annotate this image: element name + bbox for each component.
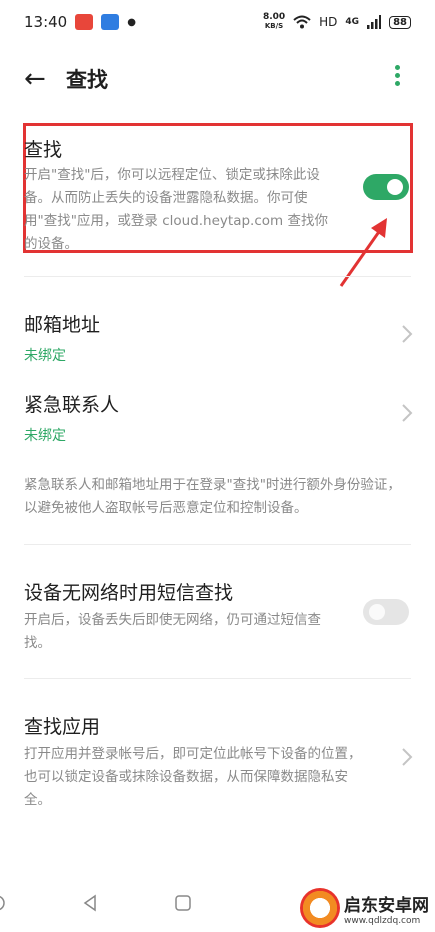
app-header: ← 查找 xyxy=(0,54,435,104)
divider xyxy=(24,544,411,545)
email-title: 邮箱地址 xyxy=(24,314,101,336)
find-toggle[interactable] xyxy=(363,174,409,200)
translate-app-icon xyxy=(101,14,120,30)
find-section: 查找 开启"查找"后，你可以远程定位、锁定或抹除此设备。从而防止丢失的设备泄露隐… xyxy=(24,135,329,256)
wifi-icon xyxy=(293,15,311,29)
toggle-knob xyxy=(369,604,385,620)
speed-unit: KB/S xyxy=(264,22,284,30)
back-arrow-icon[interactable]: ← xyxy=(24,66,58,92)
sms-description: 开启后，设备丢失后即使无网络，仍可通过短信查找。 xyxy=(24,612,321,651)
assistant-icon[interactable] xyxy=(0,894,6,912)
find-app-row[interactable]: 查找应用 打开应用并登录帐号后，即可定位此帐号下设备的位置，也可以锁定设备或抹除… xyxy=(24,712,374,812)
back-nav-icon[interactable] xyxy=(81,894,99,912)
email-row[interactable]: 邮箱地址 未绑定 xyxy=(24,310,411,365)
emergency-contact-row[interactable]: 紧急联系人 未绑定 xyxy=(24,390,411,445)
chevron-right-icon xyxy=(402,748,413,766)
watermark: 启东安卓网 www.qdlzdq.com xyxy=(300,888,429,928)
watermark-logo-icon xyxy=(300,888,340,928)
contact-note-section: 紧急联系人和邮箱地址用于在登录"查找"时进行额外身份验证，以避免被他人盗取帐号后… xyxy=(24,470,411,520)
contact-title: 紧急联系人 xyxy=(24,394,120,416)
news-app-icon xyxy=(75,14,94,30)
watermark-url: www.qdlzdq.com xyxy=(344,915,421,926)
email-status: 未绑定 xyxy=(24,348,66,364)
contact-status: 未绑定 xyxy=(24,428,66,444)
chevron-right-icon xyxy=(402,325,413,343)
hd-badge: HD xyxy=(319,15,338,29)
sms-section: 设备无网络时用短信查找 开启后，设备丢失后即使无网络，仍可通过短信查找。 xyxy=(24,578,344,655)
notification-dot-icon: ● xyxy=(127,16,136,28)
watermark-name: 启东安卓网 xyxy=(344,895,429,916)
status-time: 13:40 xyxy=(24,13,68,31)
sms-title: 设备无网络时用短信查找 xyxy=(24,582,234,604)
divider xyxy=(24,678,411,679)
find-description: 开启"查找"后，你可以远程定位、锁定或抹除此设备。从而防止丢失的设备泄露隐私数据… xyxy=(24,167,328,252)
status-bar: 13:40 ● 8.00 KB/S HD 4G 88 xyxy=(0,0,435,44)
signal-icon xyxy=(367,15,382,29)
battery-indicator: 88 xyxy=(389,15,411,29)
divider xyxy=(24,276,411,277)
annotation-arrow-icon xyxy=(339,218,387,287)
chevron-right-icon xyxy=(402,404,413,422)
contact-note: 紧急联系人和邮箱地址用于在登录"查找"时进行额外身份验证，以避免被他人盗取帐号后… xyxy=(24,477,401,516)
sms-toggle[interactable] xyxy=(363,599,409,625)
find-title: 查找 xyxy=(24,139,63,161)
find-app-title: 查找应用 xyxy=(24,716,101,738)
more-options-icon[interactable] xyxy=(395,65,401,91)
speed-value: 8.00 xyxy=(262,12,286,22)
page-title: 查找 xyxy=(66,68,108,92)
network-type: 4G xyxy=(345,17,360,27)
network-speed: 8.00 KB/S xyxy=(263,13,285,31)
toggle-knob xyxy=(387,179,403,195)
find-app-description: 打开应用并登录帐号后，即可定位此帐号下设备的位置，也可以锁定设备或抹除设备数据，… xyxy=(24,746,362,808)
home-nav-icon[interactable] xyxy=(174,894,192,912)
